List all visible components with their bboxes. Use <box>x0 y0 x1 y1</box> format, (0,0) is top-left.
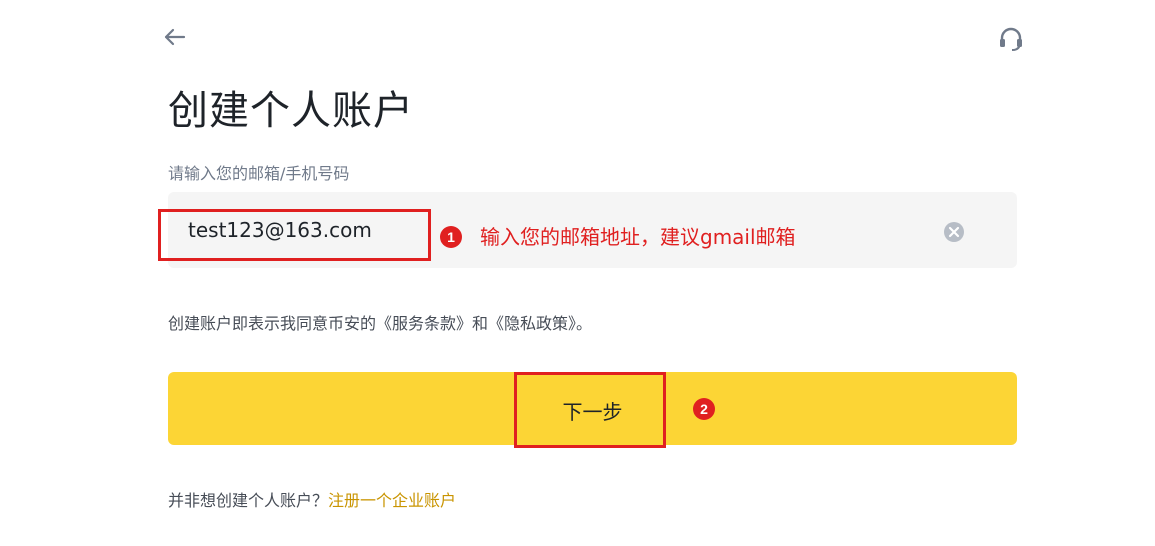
annotation-highlight-next <box>514 372 666 448</box>
annotation-highlight-email <box>158 209 431 261</box>
terms-statement: 创建账户即表示我同意币安的《服务条款》和《隐私政策》。 <box>168 314 593 333</box>
annotation-step-1-badge: 1 <box>440 226 462 248</box>
enterprise-prompt: 并非想创建个人账户？注册一个企业账户 <box>168 487 456 511</box>
register-enterprise-link[interactable]: 注册一个企业账户 <box>328 491 456 510</box>
headset-icon[interactable] <box>996 24 1026 54</box>
back-arrow-icon[interactable] <box>160 22 190 52</box>
annotation-step-2-badge: 2 <box>693 398 715 420</box>
email-field-label: 请输入您的邮箱/手机号码 <box>168 164 350 183</box>
annotation-step-1-text: 输入您的邮箱地址，建议gmail邮箱 <box>480 225 796 249</box>
enterprise-prompt-text: 并非想创建个人账户？ <box>168 491 329 510</box>
clear-circle-icon[interactable] <box>942 220 966 244</box>
page-title: 创建个人账户 <box>168 88 414 134</box>
